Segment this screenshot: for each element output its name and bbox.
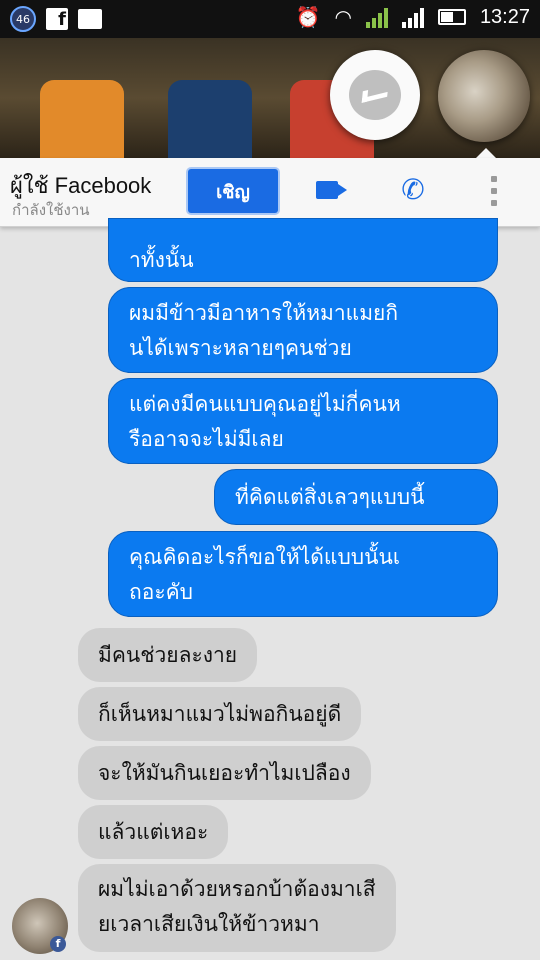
message-incoming[interactable]: แล้วแต่เหอะ [78, 805, 229, 859]
flashlight-app-icon [40, 80, 124, 158]
notification-badge-icon: 46 [10, 6, 36, 32]
message-incoming[interactable]: จะให้มันกินเยอะทำไมเปลือง [78, 746, 371, 800]
alarm-icon: ⏰ [295, 5, 321, 29]
message-incoming[interactable]: ผมไม่เอาด้วยหรอกบ้าต้องมาเสี ยเวลาเสียเง… [78, 864, 396, 952]
message-outgoing[interactable]: แต่คงมีคนแบบคุณอยู่ไม่กี่คนห รืออาจจะไม่… [108, 378, 498, 464]
signal-1-icon [365, 6, 388, 28]
status-bar: 46 f ⏰ ◠ 13:27 [0, 0, 540, 38]
message-outgoing[interactable]: าทั้งนั้น [108, 218, 498, 282]
conversation-header: ผู้ใช้ Facebook กำลังใช้งาน เชิญ ✆ [0, 158, 540, 227]
messenger-icon [349, 70, 401, 120]
facebook-badge-icon: f [50, 936, 66, 952]
user-chat-head-avatar[interactable] [438, 50, 530, 142]
battery-app-icon [168, 80, 252, 158]
more-options-icon[interactable] [490, 176, 498, 206]
signal-2-icon [401, 6, 424, 28]
phone-call-icon[interactable]: ✆ [398, 175, 428, 205]
wifi-icon: ◠ [334, 5, 352, 29]
message-outgoing[interactable]: ผมมีข้าวมีอาหารให้หมาแมยกิ นได้เพราะหลาย… [108, 287, 498, 373]
contact-status: กำลังใช้งาน [12, 201, 90, 219]
battery-icon [437, 9, 466, 25]
image-icon [78, 9, 102, 29]
messenger-chat-head[interactable] [330, 50, 420, 140]
chat-head-pointer [476, 148, 496, 158]
message-outgoing[interactable]: ที่คิดแต่สิ่งเลวๆแบบนี้ [214, 469, 498, 525]
clock: 13:27 [479, 5, 530, 28]
facebook-icon: f [46, 8, 68, 30]
message-incoming[interactable]: มีคนช่วยละงาย [78, 628, 258, 682]
message-outgoing[interactable]: คุณคิดอะไรก็ขอให้ได้แบบนั้นเ ถอะคับ [108, 531, 498, 617]
message-incoming[interactable]: ก็เห็นหมาแมวไม่พอกินอยู่ดี [78, 687, 362, 741]
invite-button[interactable]: เชิญ [188, 169, 278, 213]
video-call-icon[interactable] [316, 181, 338, 199]
